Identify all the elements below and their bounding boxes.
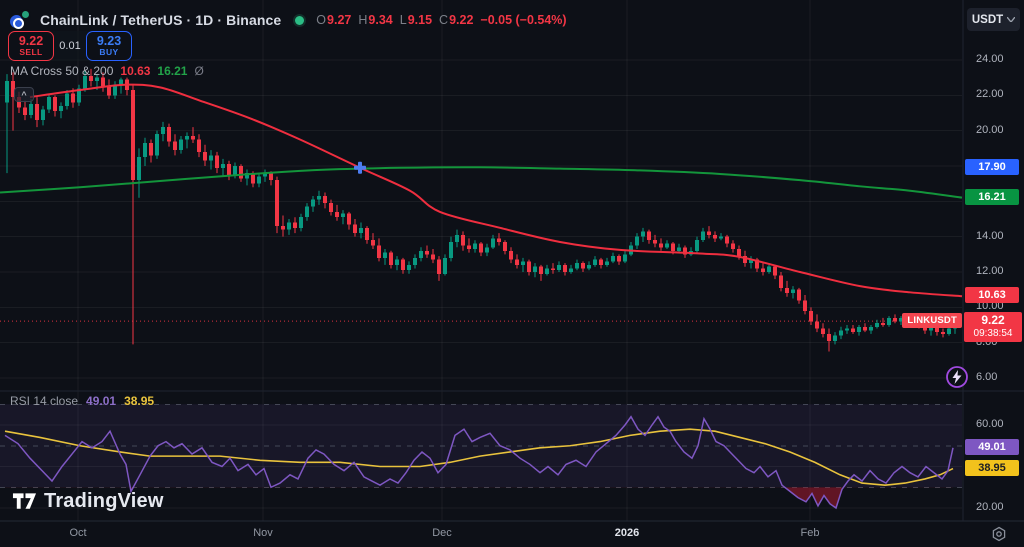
flash-boost-icon[interactable] [945, 365, 969, 389]
high-value: 9.34 [368, 13, 393, 27]
chart-canvas[interactable] [0, 0, 1024, 547]
chevron-down-icon [1007, 17, 1016, 22]
ma-cross-label: MA Cross 50 & 200 [10, 64, 114, 78]
close-label: C [439, 13, 449, 27]
tether-logo-icon [20, 9, 31, 20]
buy-label: BUY [99, 47, 119, 58]
sell-button[interactable]: 9.22 SELL [8, 31, 54, 61]
sell-label: SELL [19, 47, 43, 58]
rsi-label: RSI 14 close [10, 394, 79, 408]
rsi-legend[interactable]: RSI 14 close 49.01 38.95 [10, 394, 154, 408]
price-level-badge: 17.90 [965, 158, 1019, 175]
rsi-ma-value: 38.95 [124, 394, 155, 408]
price-axis-label: 22.00 [976, 88, 1004, 101]
change-value: −0.05 (−0.54%) [480, 13, 567, 27]
ma-cross-legend[interactable]: MA Cross 50 & 200 10.63 16.21 Ø [10, 64, 204, 78]
pair-logo-icon [8, 9, 34, 31]
time-axis-label: Dec [432, 527, 452, 539]
price-axis-label: 24.00 [976, 53, 1004, 65]
symbol-header: ChainLink / TetherUS · 1D · Binance O9.2… [8, 9, 567, 31]
time-axis-label: Feb [800, 527, 820, 539]
rsi-value: 49.01 [86, 394, 117, 408]
price-axis[interactable]: USDT 24.0022.0020.0014.0012.0010.008.006… [963, 0, 1024, 521]
currency-unit-label: USDT [971, 13, 1004, 26]
price-level-badge: 16.21 [965, 188, 1019, 205]
ma50-value: 10.63 [120, 64, 151, 78]
spread-value: 0.01 [59, 40, 81, 52]
time-axis-label: 2026 [614, 527, 640, 539]
time-axis[interactable]: Oct Nov Dec 2026 Feb [0, 521, 1024, 547]
tradingview-mark-icon [12, 492, 37, 509]
time-axis-label: Nov [253, 527, 273, 539]
tradingview-logo[interactable]: TradingView [12, 490, 164, 513]
ma200-value: 16.21 [157, 64, 188, 78]
rsi-axis-label: 20.00 [976, 501, 1004, 513]
low-value: 9.15 [407, 13, 433, 27]
countdown-timer: 09:38:54 [973, 328, 1013, 340]
ma-cross-extra-value: Ø [194, 64, 204, 78]
price-axis-label: 14.00 [976, 229, 1004, 242]
last-price-badge: 9.22 09:38:54 [964, 312, 1022, 343]
ohlc-values: O9.27 H9.34 L9.15 C9.22 −0.05 (−0.54%) [316, 13, 566, 27]
symbol-price-tag: LINKUSDT [902, 313, 962, 329]
trade-panel: 9.22 SELL 0.01 9.23 BUY [8, 31, 132, 61]
price-level-badge: 10.63 [965, 287, 1019, 304]
trading-chart-window: ChainLink / TetherUS · 1D · Binance O9.2… [0, 0, 1024, 547]
high-label: H [358, 13, 368, 27]
close-value: 9.22 [449, 13, 474, 27]
last-price-value: 9.22 [981, 313, 1005, 328]
open-value: 9.27 [327, 13, 352, 27]
price-axis-label: 12.00 [976, 265, 1004, 277]
market-status-dot-icon[interactable] [295, 15, 305, 25]
price-axis-label: 6.00 [976, 371, 998, 383]
buy-button[interactable]: 9.23 BUY [86, 31, 132, 61]
axis-settings-gear-icon[interactable] [991, 526, 1007, 542]
open-label: O [316, 13, 327, 27]
price-axis-label: 20.00 [976, 123, 1004, 136]
collapse-legend-button[interactable]: ^ [14, 87, 34, 102]
time-axis-label: Oct [69, 527, 87, 539]
currency-unit-button[interactable]: USDT [967, 8, 1020, 31]
rsi-value-badge: 49.01 [965, 438, 1019, 455]
low-label: L [399, 13, 407, 27]
rsi-value-badge: 38.95 [965, 459, 1019, 476]
tradingview-wordmark: TradingView [44, 490, 164, 512]
symbol-title[interactable]: ChainLink / TetherUS · 1D · Binance [40, 12, 281, 28]
rsi-axis-label: 60.00 [976, 418, 1004, 430]
